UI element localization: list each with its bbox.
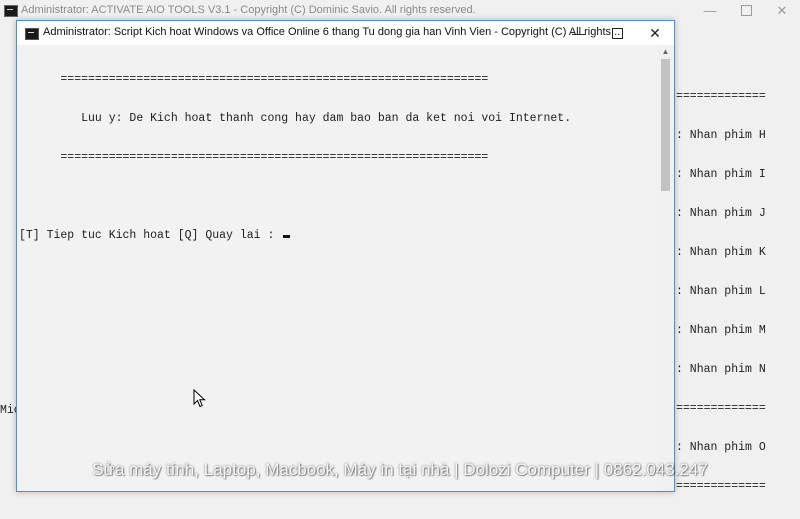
watermark-text: Sửa máy tính, Laptop, Macbook, Máy in tạ… [92,460,708,479]
console-line: : Nhan phim N [676,363,766,376]
console-line: : Nhan phim L [676,285,766,298]
close-button[interactable]: ✕ [636,21,674,45]
prompt-text: [T] Tiep tuc Kich hoat [Q] Quay lai : [19,229,282,242]
console-line: ============= [676,402,766,415]
separator-line: ========================================… [19,151,489,164]
maximize-icon [611,27,623,39]
foreground-title-bar[interactable]: Administrator: Script Kich hoat Windows … [17,21,674,45]
text-cursor [283,235,291,238]
background-maximize-button[interactable] [728,0,764,22]
console-output: ========================================… [19,47,571,268]
console-line: : Nhan phim H [676,129,766,142]
background-minimize-button[interactable]: — [692,0,728,22]
background-close-button[interactable]: ✕ [764,0,800,22]
console-line: : Nhan phim O [676,441,766,454]
console-line: ============= [676,480,766,493]
console-line: : Nhan phim M [676,324,766,337]
prompt-line[interactable]: [T] Tiep tuc Kich hoat [Q] Quay lai : [19,229,571,242]
maximize-button[interactable] [598,21,636,45]
foreground-window-title: Administrator: Script Kich hoat Windows … [43,26,621,38]
console-line: : Nhan phim I [676,168,766,181]
console-icon [4,5,18,17]
background-console-output: ============= : Nhan phim H : Nhan phim … [676,64,766,519]
foreground-console-window[interactable]: Administrator: Script Kich hoat Windows … [16,20,675,492]
background-window-title: Administrator: ACTIVATE AIO TOOLS V3.1 -… [21,4,476,16]
separator-line: ========================================… [19,73,489,86]
console-line: ============= [676,90,766,103]
vertical-scrollbar[interactable]: ▲ [657,45,674,491]
console-line: : Nhan phim K [676,246,766,259]
scroll-up-arrow-icon[interactable]: ▲ [657,45,674,59]
console-line: : Nhan phim J [676,207,766,220]
maximize-icon [740,5,752,17]
console-area[interactable]: ========================================… [17,45,657,491]
mouse-pointer-icon [193,389,206,408]
scroll-thumb[interactable] [661,59,670,191]
console-icon [25,28,39,40]
background-title-bar[interactable]: Administrator: ACTIVATE AIO TOOLS V3.1 -… [0,0,800,22]
notice-line: Luu y: De Kich hoat thanh cong hay dam b… [19,112,572,125]
minimize-button[interactable]: — [560,21,598,45]
